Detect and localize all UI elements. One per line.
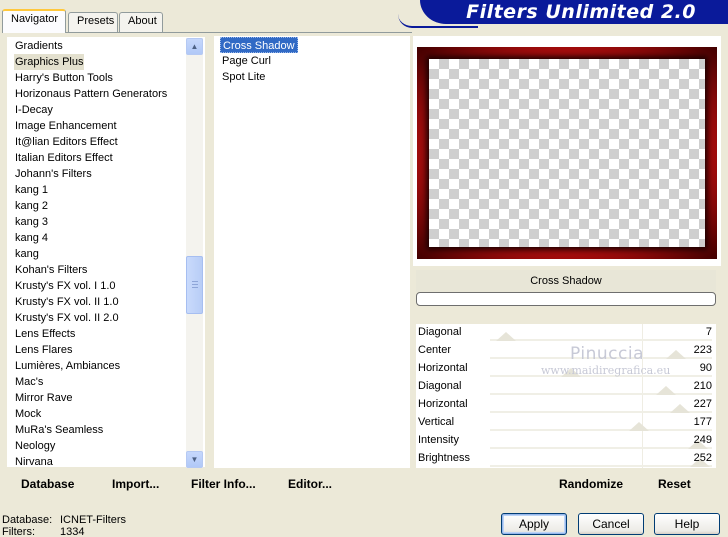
- category-item[interactable]: Lumières, Ambiances: [14, 358, 121, 374]
- slider-track[interactable]: [490, 429, 712, 431]
- slider-value: 223: [693, 344, 712, 356]
- preview-transparency: [429, 59, 705, 247]
- category-item[interactable]: Lens Effects: [14, 326, 76, 342]
- category-item[interactable]: MuRa's Seamless: [14, 422, 104, 438]
- slider-value: 249: [693, 434, 712, 446]
- slider-thumb[interactable]: [669, 404, 690, 413]
- category-item[interactable]: It@lian Editors Effect: [14, 134, 119, 150]
- slider-track[interactable]: [490, 393, 712, 395]
- category-item[interactable]: Gradients: [14, 38, 64, 54]
- cancel-button[interactable]: Cancel: [578, 513, 644, 535]
- category-item[interactable]: Krusty's FX vol. II 2.0: [14, 310, 120, 326]
- slider-thumb[interactable]: [629, 422, 650, 431]
- slider-track[interactable]: [490, 465, 712, 467]
- slider-value: 227: [693, 398, 712, 410]
- category-item[interactable]: Lens Flares: [14, 342, 73, 358]
- tab-navigator[interactable]: Navigator: [2, 9, 66, 33]
- slider-row[interactable]: Brightness 252: [416, 450, 716, 468]
- slider-label: Horizontal: [418, 362, 468, 374]
- category-item[interactable]: Johann's Filters: [14, 166, 93, 182]
- filters-count: 1334: [60, 526, 85, 537]
- category-item[interactable]: kang 4: [14, 230, 49, 246]
- category-item[interactable]: kang 2: [14, 198, 49, 214]
- slider-panel: Diagonal 7 Center 223 Horizontal 90 Diagonal 21…: [416, 324, 716, 468]
- slider-value: 177: [693, 416, 712, 428]
- slider-thumb[interactable]: [655, 386, 676, 395]
- slider-row[interactable]: Vertical 177: [416, 414, 716, 432]
- category-item[interactable]: Kohan's Filters: [14, 262, 88, 278]
- slider-label: Diagonal: [418, 380, 462, 392]
- category-item[interactable]: Nirvana: [14, 454, 54, 467]
- slider-value: 252: [693, 452, 712, 464]
- database-label: Database:: [2, 514, 53, 526]
- effect-item[interactable]: Spot Lite: [220, 69, 267, 85]
- category-item[interactable]: Krusty's FX vol. I 1.0: [14, 278, 117, 294]
- effect-item[interactable]: Page Curl: [220, 53, 273, 69]
- database-value: ICNET-Filters: [60, 514, 126, 526]
- slider-track[interactable]: [490, 339, 712, 341]
- slider-track[interactable]: [490, 447, 712, 449]
- filters-label: Filters:: [2, 526, 35, 537]
- slider-label: Diagonal: [418, 326, 462, 338]
- effect-list[interactable]: Cross Shadow Page Curl Spot Lite: [214, 36, 410, 468]
- slider-row[interactable]: Horizontal 227: [416, 396, 716, 414]
- tab-about[interactable]: About: [119, 12, 163, 32]
- slider-label: Brightness: [418, 452, 470, 464]
- category-item[interactable]: Neology: [14, 438, 56, 454]
- scroll-thumb[interactable]: [186, 256, 203, 314]
- category-item[interactable]: kang 3: [14, 214, 49, 230]
- help-button[interactable]: Help: [654, 513, 720, 535]
- banner-title: Filters Unlimited 2.0: [466, 1, 696, 23]
- scroll-up-arrow-icon[interactable]: ▲: [186, 38, 203, 55]
- watermark-site: www.maidiregrafica.eu: [541, 364, 671, 377]
- apply-button[interactable]: Apply: [501, 513, 567, 535]
- category-item[interactable]: I-Decay: [14, 102, 54, 118]
- slider-row[interactable]: Diagonal 7: [416, 324, 716, 342]
- category-item[interactable]: Horizonaus Pattern Generators: [14, 86, 168, 102]
- category-item[interactable]: Harry's Button Tools: [14, 70, 114, 86]
- slider-value: 210: [693, 380, 712, 392]
- category-item[interactable]: Mac's: [14, 374, 44, 390]
- slider-label: Vertical: [418, 416, 455, 428]
- category-item[interactable]: Graphics Plus: [14, 54, 85, 70]
- slider-value: 90: [699, 362, 712, 374]
- category-item[interactable]: Image Enhancement: [14, 118, 118, 134]
- slider-row[interactable]: Diagonal 210: [416, 378, 716, 396]
- slider-thumb[interactable]: [665, 350, 686, 359]
- watermark-name: Pinuccia: [570, 344, 644, 364]
- category-item[interactable]: kang: [14, 246, 40, 262]
- editor-button[interactable]: Editor...: [288, 477, 332, 491]
- randomize-button[interactable]: Randomize: [559, 477, 623, 491]
- tab-presets[interactable]: Presets: [68, 12, 118, 32]
- database-button[interactable]: Database: [21, 477, 74, 491]
- category-item[interactable]: Mock: [14, 406, 42, 422]
- category-list[interactable]: Gradients Graphics Plus Harry's Button Too…: [6, 36, 206, 468]
- effect-item[interactable]: Cross Shadow: [220, 37, 298, 53]
- progress-bar: [416, 292, 716, 306]
- slider-row[interactable]: Intensity 249: [416, 432, 716, 450]
- banner-swoosh: [398, 14, 478, 28]
- slider-row[interactable]: Center 223: [416, 342, 716, 360]
- import-button[interactable]: Import...: [112, 477, 159, 491]
- filter-info-button[interactable]: Filter Info...: [191, 477, 256, 491]
- scroll-down-arrow-icon[interactable]: ▼: [186, 451, 203, 468]
- slider-label: Center: [418, 344, 452, 356]
- category-item[interactable]: Krusty's FX vol. II 1.0: [14, 294, 120, 310]
- category-item[interactable]: Mirror Rave: [14, 390, 73, 406]
- category-item[interactable]: Italian Editors Effect: [14, 150, 114, 166]
- slider-thumb[interactable]: [496, 332, 517, 341]
- slider-value: 7: [705, 326, 712, 338]
- effect-title: Cross Shadow: [416, 270, 716, 292]
- slider-label: Horizontal: [418, 398, 468, 410]
- reset-button[interactable]: Reset: [658, 477, 691, 491]
- category-item[interactable]: kang 1: [14, 182, 49, 198]
- slider-label: Intensity: [418, 434, 459, 446]
- category-scrollbar[interactable]: ▲ ▼: [186, 38, 203, 468]
- preview-image: [417, 47, 717, 259]
